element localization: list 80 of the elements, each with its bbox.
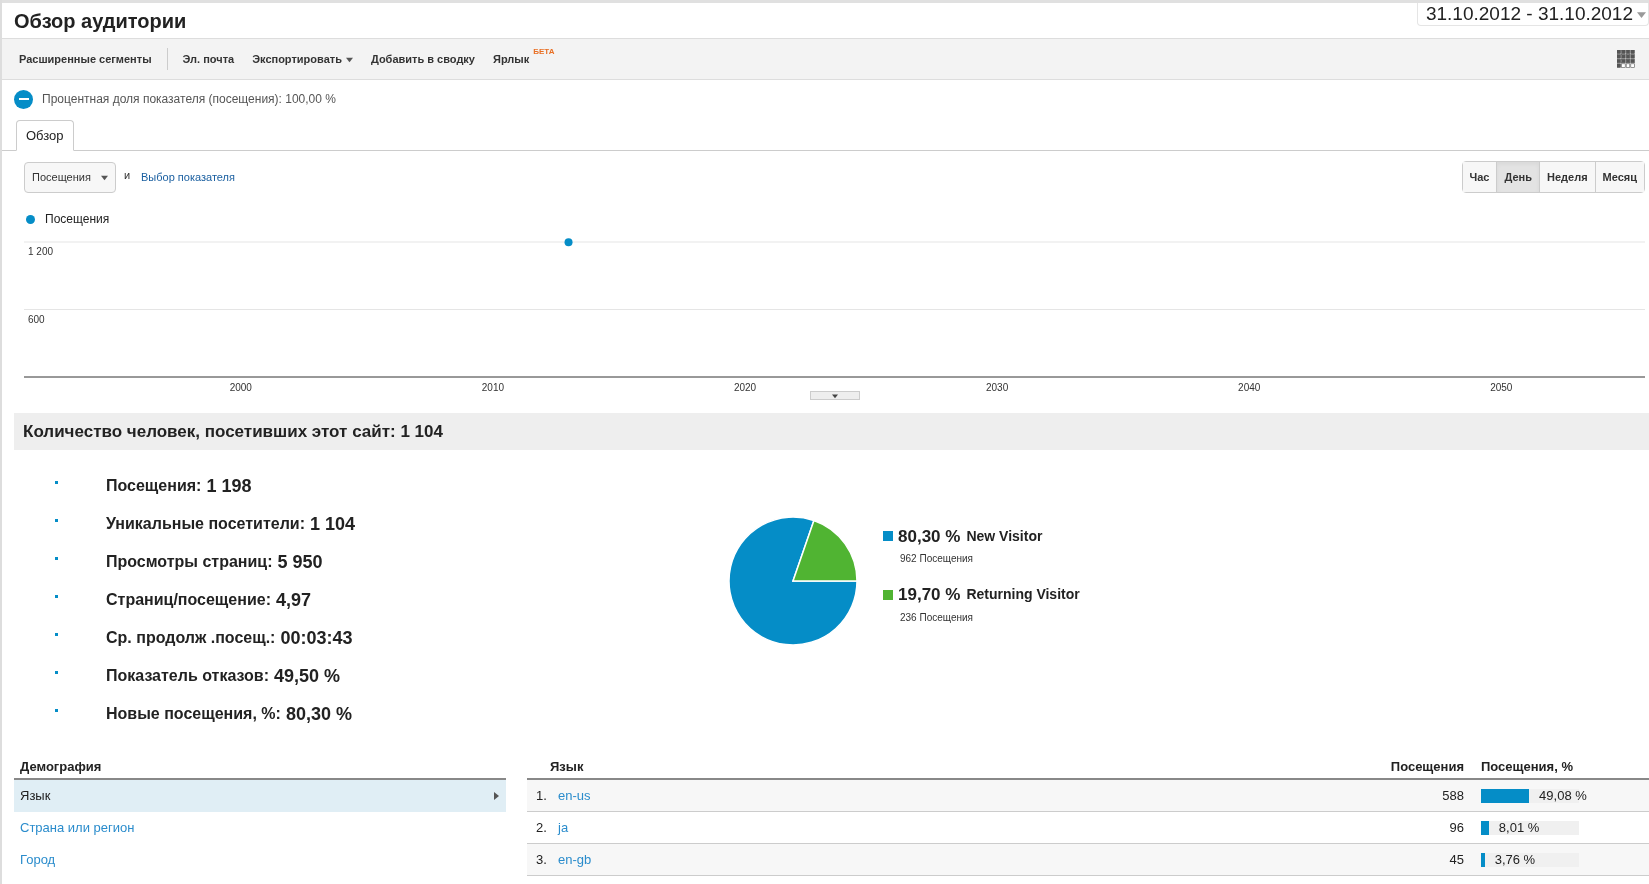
y-tick-label: 1 200 (28, 246, 54, 257)
summary-title: Количество человек, посетивших этот сайт: 1 104 (23, 420, 443, 443)
bullet-icon (55, 518, 58, 522)
tab[interactable]: Обзор (16, 120, 74, 151)
data-point (564, 238, 573, 247)
x-tick-label: 2000 (229, 382, 252, 393)
toolbar-button[interactable]: Расширенные сегменты (16, 47, 155, 71)
stat-value: 80,30 % (285, 702, 352, 726)
table-cell-text: 45 (1448, 850, 1464, 869)
table-cell: 3,76 % (1494, 852, 1536, 867)
x-tick-label: 2010 (481, 382, 505, 393)
table-cell-text: 588 (1441, 786, 1464, 805)
stat-label: Просмотры страниц: (106, 552, 273, 572)
segment-label: Процентная доля показателя (посещения): 100,00 % (42, 91, 336, 108)
toolbar-button[interactable]: Ярлык БЕТА (490, 47, 558, 71)
language-link[interactable]: en-us (558, 785, 1264, 806)
demographics-item[interactable]: Город (14, 844, 506, 876)
bullet-icon (55, 632, 58, 636)
stat-value: 1 198 (206, 474, 252, 498)
table-cell-text: 96 (1448, 818, 1464, 837)
period-button[interactable]: День (1496, 162, 1539, 192)
stat-label: Уникальные посетители: (106, 514, 305, 534)
table-cell: 49,08 % (1539, 788, 1587, 803)
row-number: 3. (535, 850, 548, 869)
stat-value: 4,97 (276, 588, 312, 612)
table-cell: 8,01 % (1498, 820, 1540, 835)
date-range-picker[interactable]: 31.10.2012 - 31.10.2012 (1416, 3, 1649, 26)
bullet-icon (55, 670, 58, 674)
caret-right-icon (492, 792, 500, 800)
stat-label: Показатель отказов: (106, 666, 269, 686)
caret-down-icon (831, 392, 838, 399)
bullet-icon (55, 480, 58, 484)
language-link[interactable]: ja (558, 817, 1264, 838)
stat-label: Посещения: (106, 476, 202, 496)
row-number: 1. (535, 786, 548, 805)
row-number: 2. (535, 818, 548, 837)
bullet-icon (55, 708, 58, 712)
period-button[interactable]: Месяц (1594, 162, 1644, 192)
toolbar-button[interactable]: Эл. почта (179, 47, 238, 71)
stat-value: 49,50 % (274, 664, 341, 688)
metric-link[interactable]: Выбор показателя (141, 168, 235, 186)
legend-name: Returning Visitor (966, 585, 1080, 605)
legend-visits: 962 Посещения (900, 552, 974, 566)
x-tick-label: 2040 (1238, 382, 1261, 393)
demographics-item[interactable]: Страна или регион (14, 812, 506, 844)
column-header: Язык (549, 757, 585, 776)
collapse-handle[interactable] (809, 391, 860, 400)
bullet-icon (55, 594, 58, 598)
x-tick-label: 2020 (733, 382, 757, 393)
metric-dropdown[interactable]: Посещения (24, 161, 116, 193)
toolbar-button[interactable]: Экспортировать (249, 47, 356, 71)
stat-value: 5 950 (277, 550, 323, 574)
stat-label: Ср. продолж .посещ.: (106, 628, 276, 648)
caret-down-icon (1637, 9, 1646, 19)
column-header: Посещения (1389, 757, 1464, 776)
toolbar-button[interactable]: Добавить в сводку (367, 47, 478, 71)
stat-value: 1 104 (309, 512, 355, 536)
column-header: Посещения, % (1480, 757, 1574, 776)
legend-percent: 80,30 % (898, 525, 961, 548)
stat-label: Страниц/посещение: (106, 590, 271, 610)
language-link[interactable]: en-gb (558, 849, 1264, 870)
period-button[interactable]: Час (1462, 162, 1497, 192)
beta-label: БЕТА (533, 47, 555, 57)
legend-name: New Visitor (966, 526, 1043, 546)
x-tick-label: 2050 (1490, 382, 1513, 393)
legend-percent: 19,70 % (898, 584, 961, 606)
caret-down-icon (100, 173, 108, 181)
period-button[interactable]: Неделя (1539, 162, 1595, 192)
grid-icon[interactable] (1617, 50, 1635, 68)
stat-value: 00:03:43 (280, 626, 353, 650)
page-title: Обзор аудитории (14, 9, 187, 34)
caret-down-icon (345, 55, 353, 63)
demographics-item[interactable]: Язык (14, 780, 506, 812)
legend-label: Посещения (45, 211, 110, 228)
x-tick-label: 2030 (986, 382, 1009, 393)
stat-label: Новые посещения, %: (106, 704, 281, 724)
bullet-icon (55, 556, 58, 560)
y-tick-label: 600 (28, 313, 45, 325)
legend-visits: 236 Посещения (900, 610, 974, 625)
conjunction-text: и (123, 167, 131, 183)
